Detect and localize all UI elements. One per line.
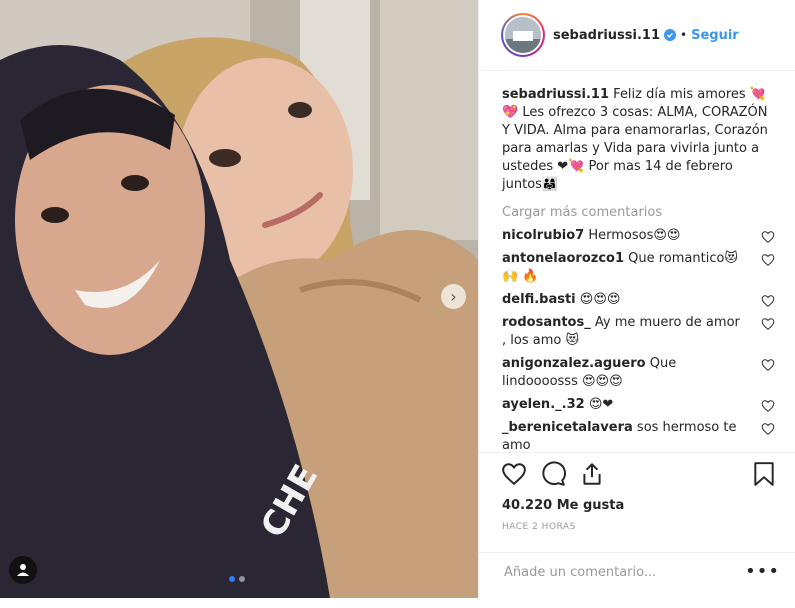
comment-item: ayelen._.32 😍❤ bbox=[502, 396, 775, 414]
comment-item: rodosantos_ Ay me muero de amor , los am… bbox=[502, 314, 775, 350]
post-username[interactable]: sebadriussi.11 bbox=[553, 28, 660, 43]
likes-count[interactable]: 40.220 Me gusta bbox=[502, 498, 624, 513]
comment-item: delfi.basti 😍😍😍 bbox=[502, 291, 775, 309]
comment-username[interactable]: delfi.basti bbox=[502, 292, 576, 307]
comment-text: 😍😍😍 bbox=[579, 292, 621, 307]
post-time[interactable]: HACE 2 HORAS bbox=[502, 522, 576, 532]
bookmark-icon[interactable] bbox=[751, 461, 777, 487]
caption-username[interactable]: sebadriussi.11 bbox=[502, 87, 609, 102]
more-options-button[interactable]: ••• bbox=[745, 561, 780, 582]
comment-text: 😍❤ bbox=[588, 397, 614, 412]
next-photo-button[interactable]: › bbox=[441, 284, 466, 309]
comment-username[interactable]: nicolrubio7 bbox=[502, 228, 584, 243]
comment-username[interactable]: antonelaorozco1 bbox=[502, 251, 624, 266]
comment-item: antonelaorozco1 Que romantico😻🙌 🔥 bbox=[502, 250, 775, 286]
share-icon[interactable] bbox=[579, 461, 605, 487]
comment-username[interactable]: ayelen._.32 bbox=[502, 397, 585, 412]
instagram-post: CHE › sebadriussi.11 • Seguir sebadriuss… bbox=[0, 0, 795, 598]
comment-username[interactable]: _berenicetalavera bbox=[502, 420, 633, 435]
heart-icon[interactable] bbox=[501, 461, 527, 487]
story-ring[interactable] bbox=[501, 13, 545, 57]
user-tag-button[interactable] bbox=[9, 556, 37, 584]
post-actions: 40.220 Me gusta HACE 2 HORAS ••• bbox=[479, 452, 795, 608]
carousel-dot bbox=[239, 576, 245, 582]
comment-like-heart-icon[interactable] bbox=[761, 422, 775, 436]
comment-like-heart-icon[interactable] bbox=[761, 230, 775, 244]
header-separator: • bbox=[680, 28, 688, 42]
comment-like-heart-icon[interactable] bbox=[761, 253, 775, 267]
comment-item: nicolrubio7 Hermosos😍😍 bbox=[502, 227, 775, 245]
comment-username[interactable]: rodosantos_ bbox=[502, 315, 591, 330]
comment-like-heart-icon[interactable] bbox=[761, 358, 775, 372]
follow-button[interactable]: Seguir bbox=[691, 28, 739, 43]
comment-username[interactable]: anigonzalez.aguero bbox=[502, 356, 646, 371]
user-tag-icon bbox=[17, 564, 29, 576]
comment-like-heart-icon[interactable] bbox=[761, 317, 775, 331]
chevron-right-icon: › bbox=[450, 287, 457, 306]
post-photo[interactable]: CHE › bbox=[0, 0, 478, 598]
comment-item: anigonzalez.aguero Que lindoooosss 😍😍😍 bbox=[502, 355, 775, 391]
comment-icon[interactable] bbox=[540, 461, 566, 487]
comment-like-heart-icon[interactable] bbox=[761, 294, 775, 308]
carousel-dot-active bbox=[229, 576, 235, 582]
verified-badge-icon bbox=[664, 29, 677, 41]
avatar bbox=[505, 17, 541, 53]
comment-text: Hermosos😍😍 bbox=[588, 228, 681, 243]
post-header: sebadriussi.11 • Seguir bbox=[479, 0, 795, 71]
post-caption: sebadriussi.11 Feliz día mis amores 💘💖 L… bbox=[502, 86, 775, 194]
comment-input[interactable] bbox=[502, 564, 756, 581]
carousel-indicator bbox=[229, 576, 245, 582]
caption-text: Feliz día mis amores 💘💖 Les ofrezco 3 co… bbox=[502, 87, 768, 192]
comment-item: _berenicetalavera sos hermoso te amo bbox=[502, 419, 775, 455]
load-more-comments-button[interactable]: Cargar más comentarios bbox=[502, 204, 775, 222]
comment-like-heart-icon[interactable] bbox=[761, 399, 775, 413]
add-comment-bar: ••• bbox=[479, 552, 795, 593]
photo-image: CHE bbox=[0, 0, 478, 598]
comments-list: sebadriussi.11 Feliz día mis amores 💘💖 L… bbox=[502, 86, 775, 455]
post-side-panel: sebadriussi.11 • Seguir sebadriussi.11 F… bbox=[478, 0, 795, 598]
